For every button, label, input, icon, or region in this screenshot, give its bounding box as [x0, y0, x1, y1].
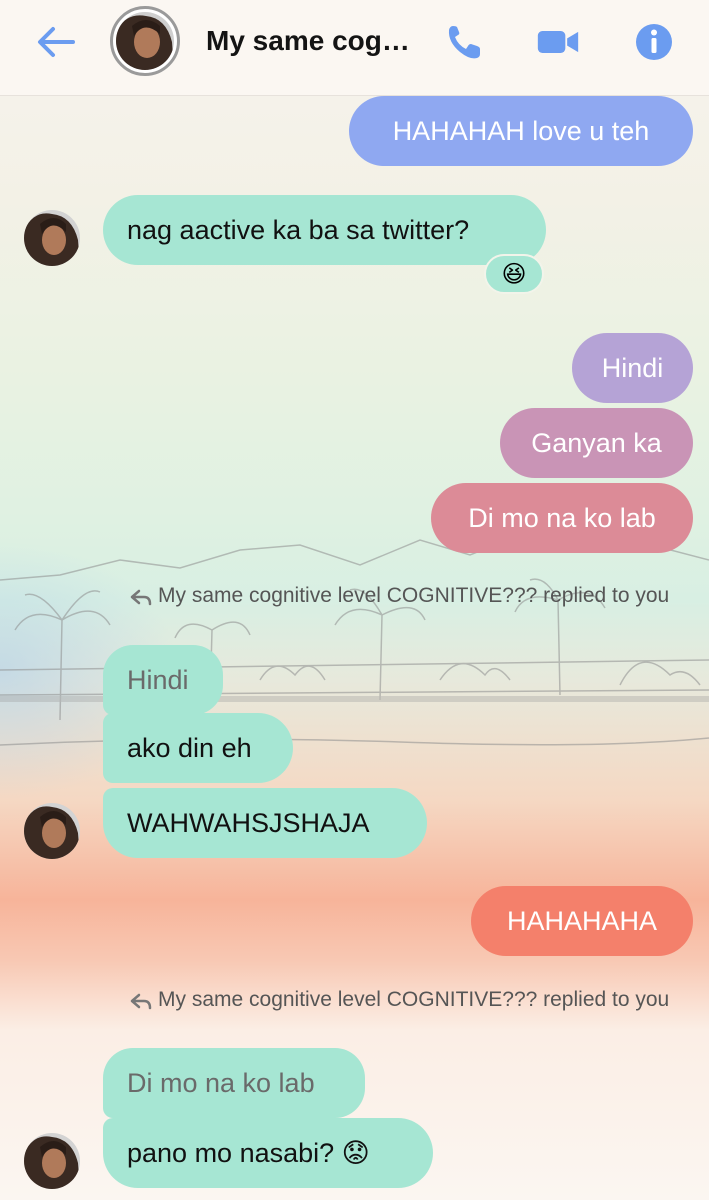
info-button[interactable]	[632, 20, 676, 64]
sender-avatar[interactable]	[24, 803, 80, 859]
quoted-message[interactable]: Di mo na ko lab	[103, 1048, 365, 1118]
incoming-message[interactable]: nag aactive ka ba sa twitter?	[103, 195, 546, 265]
outgoing-message[interactable]: Hindi	[572, 333, 693, 403]
avatar-photo	[116, 12, 174, 70]
reply-arrow-icon	[130, 589, 152, 606]
video-camera-icon	[537, 31, 579, 53]
contact-name[interactable]: My same cog…	[206, 25, 426, 57]
outgoing-message[interactable]: HAHAHAH love u teh	[349, 96, 693, 166]
chat-header: My same cog…	[0, 0, 709, 96]
back-arrow-icon	[38, 27, 75, 57]
outgoing-message[interactable]: HAHAHAHA	[471, 886, 693, 956]
back-button[interactable]	[30, 22, 80, 62]
phone-icon	[448, 26, 480, 59]
incoming-message[interactable]: WAHWAHSJSHAJA	[103, 788, 427, 858]
incoming-message[interactable]: pano mo nasabi? 😟	[103, 1118, 433, 1188]
message-reaction[interactable]: 😆	[484, 254, 544, 294]
outgoing-message[interactable]: Ganyan ka	[500, 408, 693, 478]
reply-arrow-icon	[130, 993, 152, 1010]
reply-indicator-text: My same cognitive level COGNITIVE??? rep…	[158, 584, 670, 607]
info-icon	[636, 24, 672, 60]
reply-indicator: My same cognitive level COGNITIVE??? rep…	[130, 986, 690, 1014]
sender-avatar[interactable]	[24, 210, 80, 266]
quoted-message[interactable]: Hindi	[103, 645, 223, 715]
incoming-message[interactable]: ako din eh	[103, 713, 293, 783]
video-call-button[interactable]	[536, 20, 580, 64]
sender-avatar[interactable]	[24, 1133, 80, 1189]
contact-avatar[interactable]	[110, 6, 180, 76]
reply-indicator: My same cognitive level COGNITIVE??? rep…	[130, 582, 690, 610]
voice-call-button[interactable]	[442, 20, 486, 64]
reply-indicator-text: My same cognitive level COGNITIVE??? rep…	[158, 988, 670, 1011]
outgoing-message[interactable]: Di mo na ko lab	[431, 483, 693, 553]
